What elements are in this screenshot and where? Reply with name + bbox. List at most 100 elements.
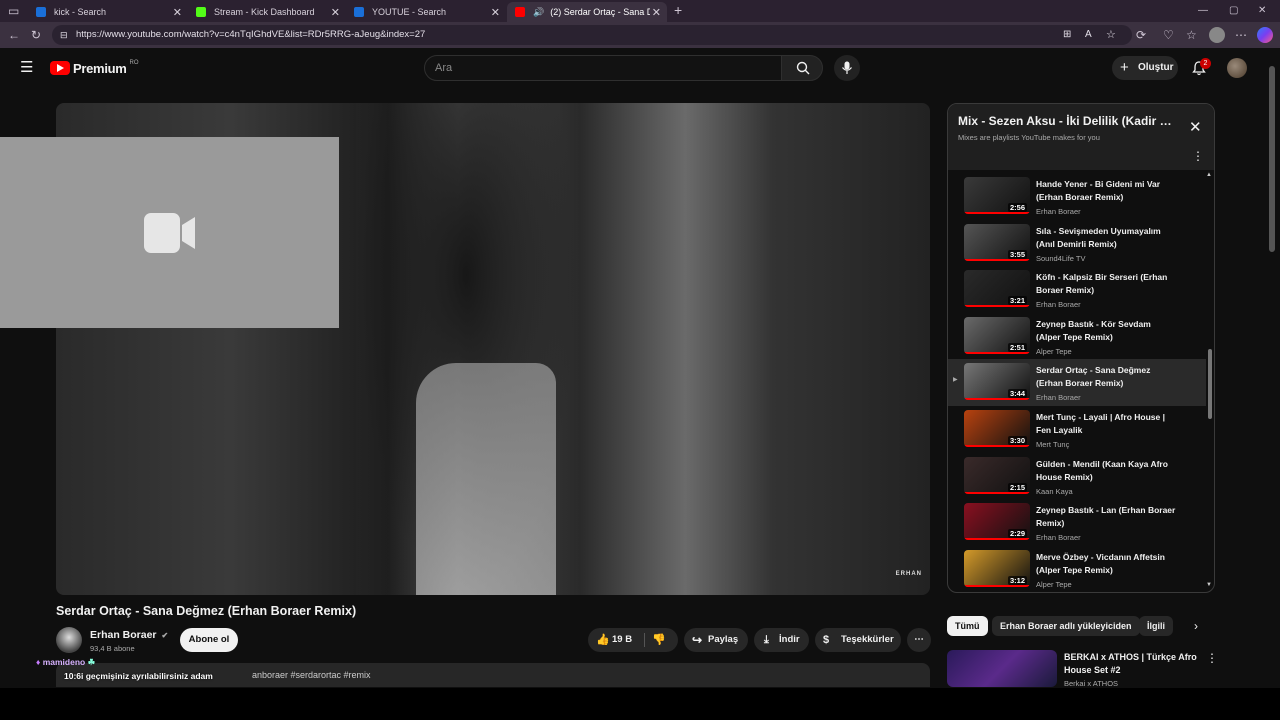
playlist-item-channel: Sound4Life TV [1036, 253, 1086, 263]
chip-related[interactable]: İlgili [1139, 616, 1173, 636]
tab-actions-icon[interactable]: ▭ [8, 5, 19, 17]
search-button[interactable] [781, 55, 823, 81]
user-badge-icon: ♦ [36, 657, 41, 667]
playlist-item[interactable]: 2:29 Zeynep Bastık - Lan (Erhan Boraer Re… [948, 499, 1206, 546]
thanks-dollar-icon: $ [823, 634, 830, 646]
chat-user-row: ♦ mamideno ☘ [36, 657, 95, 668]
youtube-logo[interactable]: Premium RO [50, 59, 139, 77]
close-tab-icon[interactable]: ✕ [173, 6, 182, 19]
duration-badge: 3:21 [1007, 296, 1027, 306]
browser-tab-youtue-search[interactable]: YOUTUE - Search ✕ [346, 2, 506, 22]
address-bar[interactable]: ⊟ https://www.youtube.com/watch?v=c4nTqI… [52, 25, 1132, 45]
copilot-icon[interactable] [1257, 27, 1273, 43]
browser-tab-kick-dashboard[interactable]: Stream - Kick Dashboard ✕ [188, 2, 346, 22]
browser-essentials-icon[interactable]: ♡ [1163, 29, 1174, 41]
search-favicon-icon [36, 7, 46, 17]
playlist-item-thumbnail: 3:55 [964, 223, 1030, 261]
voice-search-button[interactable] [834, 55, 860, 81]
close-tab-icon[interactable]: ✕ [652, 6, 661, 19]
chip-all[interactable]: Tümü [947, 616, 988, 636]
more-actions-button[interactable]: ⋯ [907, 628, 931, 652]
chevron-right-icon[interactable]: › [1194, 619, 1198, 633]
thanks-button[interactable]: $ Teşekkürler [815, 628, 901, 652]
hamburger-menu-icon[interactable]: ☰ [20, 58, 33, 76]
minimize-icon[interactable]: — [1198, 5, 1208, 17]
more-menu-icon[interactable]: ⋯ [1235, 29, 1247, 41]
channel-avatar[interactable] [56, 627, 82, 653]
bottom-black-bar [0, 688, 1280, 720]
browser-tab-kick-search[interactable]: kick - Search ✕ [28, 2, 188, 22]
tab-label: (2) Serdar Ortaç - Sana Değmez [550, 7, 651, 17]
watched-progress-bar [964, 398, 1030, 401]
subscribe-button[interactable]: Abone ol [180, 628, 238, 652]
playlist-scrollbar[interactable] [1208, 349, 1212, 419]
watched-progress-bar [964, 584, 1030, 587]
favorites-icon[interactable]: ☆ [1186, 29, 1197, 41]
refresh-icon[interactable]: ↻ [31, 29, 41, 41]
playlist-item-channel: Kaan Kaya [1036, 486, 1073, 496]
playlist-item[interactable]: 3:12 Merve Özbey - Vicdanın Affetsin (Alp… [948, 546, 1206, 592]
playlist-item[interactable]: 3:21 Köfn - Kalpsiz Bir Serseri (Erhan Bo… [948, 266, 1206, 313]
share-arrow-icon: ↪ [692, 633, 703, 647]
favorite-star-icon[interactable]: ☆ [1106, 25, 1116, 45]
related-video-title[interactable]: BERKAI x ATHOS | Türkçe Afro House Set #… [1064, 651, 1198, 677]
page-scrollbar[interactable] [1269, 66, 1275, 252]
new-tab-icon[interactable]: + [674, 3, 682, 17]
share-label: Paylaş [708, 634, 739, 645]
notifications-button[interactable]: 2 [1190, 58, 1212, 80]
close-window-icon[interactable]: ✕ [1258, 5, 1266, 17]
thumbs-down-icon: 👎 [652, 634, 666, 646]
account-avatar[interactable] [1227, 58, 1247, 78]
close-tab-icon[interactable]: ✕ [331, 6, 340, 19]
site-info-icon[interactable]: ⊟ [60, 25, 68, 45]
create-button[interactable]: + Oluştur [1112, 56, 1178, 80]
playlist-item-title: Zeynep Bastık - Kör Sevdam (Alper Tepe R… [1036, 318, 1151, 342]
camera-overlay [0, 137, 339, 328]
app-install-icon[interactable]: ⊞ [1063, 25, 1071, 45]
search-icon [796, 61, 810, 75]
playlist-item-channel: Alper Tepe [1036, 579, 1072, 589]
back-icon[interactable]: ← [8, 29, 20, 41]
scroll-up-icon[interactable]: ▲ [1206, 172, 1212, 178]
maximize-icon[interactable]: ▢ [1229, 5, 1238, 17]
read-aloud-icon[interactable]: A [1085, 25, 1092, 45]
browser-toolbar: ← ↻ ⊟ https://www.youtube.com/watch?v=c4… [0, 22, 1280, 48]
speaker-icon[interactable]: 🔊 [533, 7, 544, 18]
playlist-menu-icon[interactable]: ⋮ [1192, 149, 1204, 163]
youtube-favicon-icon [515, 7, 525, 17]
download-button[interactable]: ⤓ İndir [754, 628, 809, 652]
chat-username: mamideno [42, 657, 86, 667]
duration-badge: 3:44 [1007, 389, 1027, 399]
playlist-item[interactable]: 3:30 Mert Tunç - Layali | Afro House | Fe… [948, 406, 1206, 453]
playlist-item-title: Köfn - Kalpsiz Bir Serseri (Erhan Boraer… [1036, 272, 1168, 296]
scroll-down-icon[interactable]: ▼ [1206, 582, 1212, 588]
playlist-item-thumbnail: 2:29 [964, 503, 1030, 541]
playlist-item[interactable]: 2:56 Hande Yener - Bi Gideni mi Var (Erha… [948, 173, 1206, 220]
browser-tab-youtube-active[interactable]: 🔊 (2) Serdar Ortaç - Sana Değmez ✕ [507, 2, 667, 22]
playlist-item-thumbnail: 3:30 [964, 410, 1030, 447]
playlist-item[interactable]: 2:15 Gülden - Mendil (Kaan Kaya Afro Hous… [948, 453, 1206, 500]
dislike-button[interactable]: 👎 [650, 628, 674, 652]
region-code: RO [129, 60, 139, 66]
playlist-title[interactable]: Mix - Sezen Aksu - İki Delilik (Kadir Ka… [958, 114, 1180, 128]
search-input[interactable]: Ara [424, 55, 782, 81]
like-button[interactable]: 👍 19 B [594, 628, 636, 652]
youtube-header: ☰ Premium RO Ara + Oluştur 2 [0, 48, 1280, 88]
profile-avatar[interactable] [1209, 27, 1225, 43]
playlist-item[interactable]: 2:51 Zeynep Bastık - Kör Sevdam (Alper Te… [948, 313, 1206, 360]
playlist-item[interactable]: 3:55 Sıla - Sevişmeden Uyumayalım (Anıl D… [948, 220, 1206, 267]
close-tab-icon[interactable]: ✕ [491, 6, 500, 19]
share-button[interactable]: ↪ Paylaş [684, 628, 748, 652]
chip-from-uploader[interactable]: Erhan Boraer adlı yükleyiciden [992, 616, 1140, 636]
related-menu-icon[interactable]: ⋮ [1206, 651, 1218, 665]
playlist-item[interactable]: ▶ 3:44 Serdar Ortaç - Sana Değmez (Erhan B… [948, 359, 1206, 406]
search-favicon-icon [354, 7, 364, 17]
create-label: Oluştur [1138, 62, 1174, 73]
close-playlist-icon[interactable]: ✕ [1189, 118, 1202, 136]
channel-name-row[interactable]: Erhan Boraer ✔ [90, 629, 168, 641]
related-video-channel: Berkai x ATHOS [1064, 679, 1119, 688]
related-video-thumbnail[interactable] [947, 650, 1057, 687]
extensions-icon[interactable]: ⟳ [1136, 29, 1146, 41]
subscriber-count: 93,4 B abone [90, 644, 135, 653]
description-hashtags: anboraer #serdarortac #remix [252, 670, 371, 680]
